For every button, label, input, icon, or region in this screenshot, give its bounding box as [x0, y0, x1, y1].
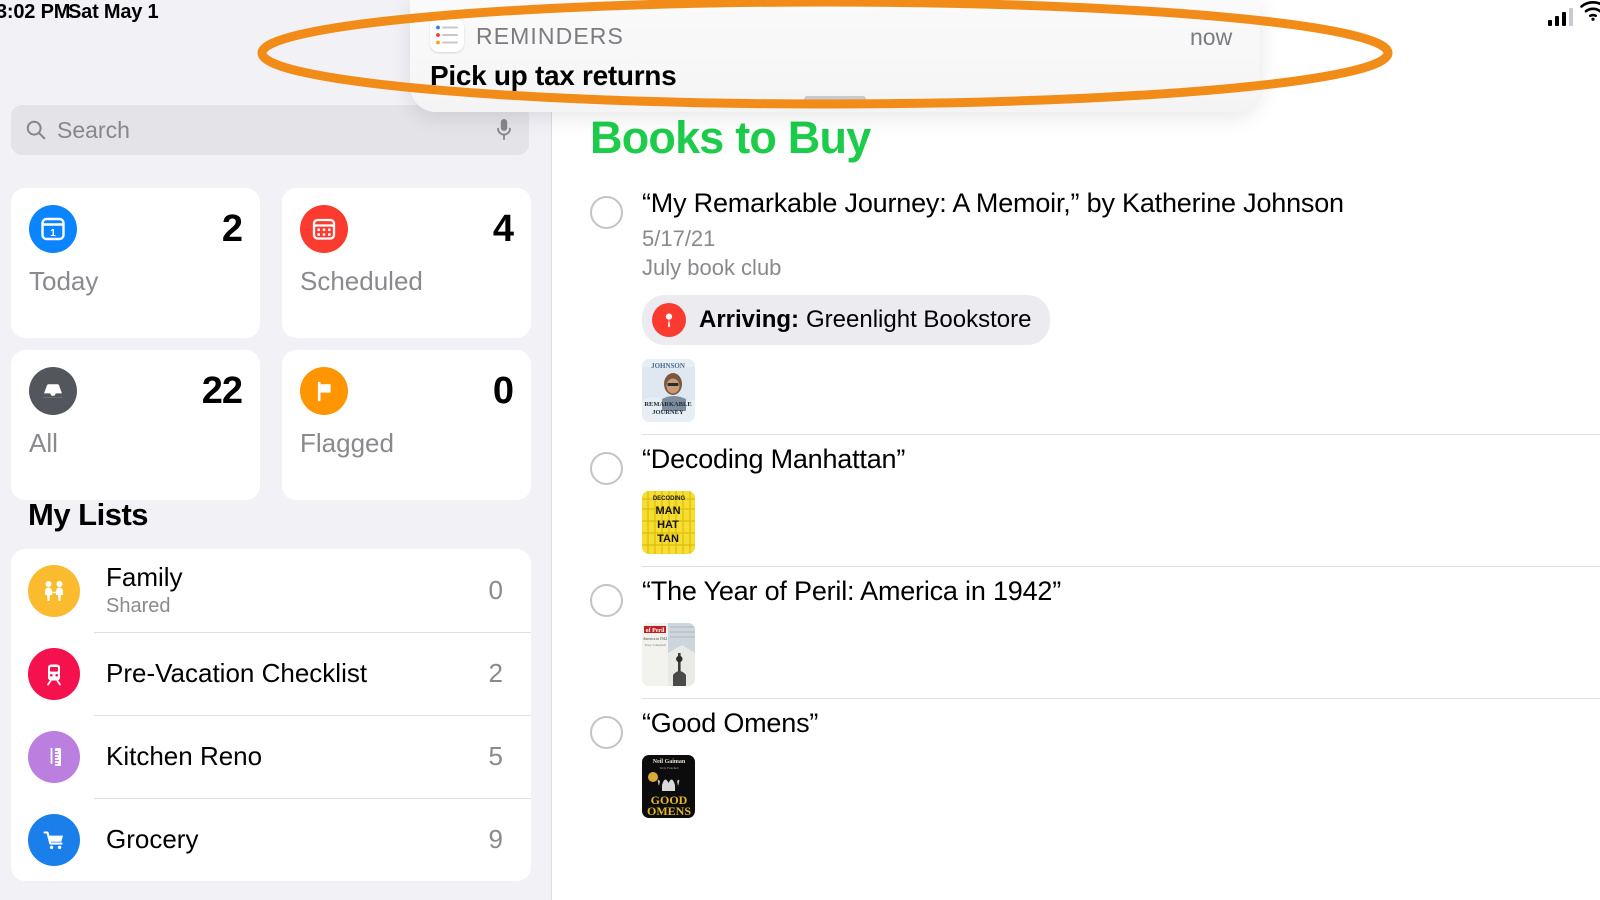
- sidebar-list-name: Pre-Vacation Checklist: [106, 657, 368, 688]
- sidebar-list-grocery[interactable]: Grocery 9: [11, 798, 531, 881]
- all-inbox-icon: [29, 367, 77, 415]
- reminders-app-icon: [430, 18, 464, 52]
- reminder-date: 5/17/21: [642, 226, 716, 252]
- my-lists-card: Family Shared 0 Pre-Vacation Checklist 2…: [11, 549, 531, 881]
- smart-lists-grid: 1 2 Today 4 Scheduled 22 All 0 Flagged: [11, 188, 531, 500]
- decoding-manhattan-book-cover[interactable]: DECODING MAN HAT TAN: [642, 491, 695, 555]
- svg-text:JOURNEY: JOURNEY: [652, 409, 684, 416]
- svg-text:MAN: MAN: [655, 505, 680, 517]
- svg-text:of Peril: of Peril: [646, 628, 665, 634]
- reminder-checkbox[interactable]: [590, 452, 623, 486]
- smart-list-today[interactable]: 1 2 Today: [11, 188, 260, 338]
- year-of-peril-book-cover[interactable]: of Peril America in 1942 Tracy Campbell: [642, 623, 695, 687]
- sidebar-list-subtitle: Shared: [106, 595, 171, 618]
- reminder-item[interactable]: “My Remarkable Journey: A Memoir,” by Ka…: [590, 178, 1600, 434]
- smart-list-flagged[interactable]: 0 Flagged: [282, 350, 531, 500]
- reminder-item[interactable]: “Decoding Manhattan” DECODING MAN HAT TA…: [590, 434, 1600, 566]
- smart-list-label: Today: [29, 266, 99, 296]
- svg-text:OMENS: OMENS: [647, 804, 691, 818]
- svg-text:REMARKABLE: REMARKABLE: [644, 401, 691, 408]
- sidebar: Search 1 2 Today 4 Scheduled 22 All 0 Fl…: [0, 0, 552, 900]
- smart-list-label: Flagged: [300, 428, 394, 458]
- smart-list-count: 0: [492, 369, 514, 412]
- reminder-location-label: Arriving:: [699, 306, 800, 334]
- sidebar-list-count: 9: [488, 824, 503, 854]
- reminder-note: July book club: [642, 255, 782, 281]
- svg-text:HAT: HAT: [657, 519, 679, 531]
- reminder-title: “The Year of Peril: America in 1942”: [642, 576, 1062, 607]
- sidebar-list-count: 2: [488, 658, 503, 688]
- notification-grabber[interactable]: [804, 96, 866, 102]
- reminder-checkbox[interactable]: [590, 716, 623, 750]
- svg-text:DECODING: DECODING: [653, 496, 686, 502]
- smart-list-label: All: [29, 428, 58, 458]
- smart-list-scheduled[interactable]: 4 Scheduled: [282, 188, 531, 338]
- sidebar-list-name: Family: [106, 561, 183, 592]
- reminder-checkbox[interactable]: [590, 584, 623, 618]
- family-people-icon: [28, 564, 80, 617]
- smart-list-count: 22: [201, 369, 243, 412]
- smart-list-count: 2: [221, 207, 243, 250]
- smart-list-count: 4: [492, 207, 514, 250]
- microphone-icon[interactable]: [493, 117, 515, 143]
- search-input[interactable]: Search: [11, 105, 529, 155]
- page-title: Books to Buy: [590, 112, 871, 163]
- reminder-title: “Decoding Manhattan”: [642, 444, 906, 475]
- sidebar-list-count: 0: [488, 575, 503, 605]
- reminders-list: “My Remarkable Journey: A Memoir,” by Ka…: [590, 178, 1600, 830]
- smart-list-label: Scheduled: [300, 266, 423, 296]
- svg-text:JOHNSON: JOHNSON: [651, 362, 685, 370]
- reminder-location-tag[interactable]: Arriving: Greenlight Bookstore: [642, 295, 1051, 346]
- today-calendar-icon: 1: [29, 205, 77, 253]
- reminder-item[interactable]: “The Year of Peril: America in 1942” of …: [590, 566, 1600, 698]
- shopping-cart-icon: [28, 813, 80, 866]
- sidebar-list-name: Kitchen Reno: [106, 740, 263, 771]
- search-placeholder: Search: [57, 116, 130, 143]
- good-omens-book-cover[interactable]: Neil Gaiman Terry Pratchett GOOD OMENS: [642, 755, 695, 819]
- reminder-title: “My Remarkable Journey: A Memoir,” by Ka…: [642, 188, 1344, 218]
- search-icon: [25, 119, 47, 141]
- reminder-list-pane: Books to Buy “My Remarkable Journey: A M…: [553, 0, 1600, 900]
- sidebar-list-family[interactable]: Family Shared 0: [11, 549, 531, 632]
- svg-text:America in 1942: America in 1942: [643, 637, 667, 641]
- my-remarkable-journey-book-cover[interactable]: JOHNSON REMARKABLE JOURNEY: [642, 359, 695, 423]
- svg-text:Neil Gaiman: Neil Gaiman: [653, 759, 686, 765]
- smart-list-all[interactable]: 22 All: [11, 350, 260, 500]
- map-pin-icon: [652, 303, 686, 338]
- svg-text:Tracy Campbell: Tracy Campbell: [644, 643, 666, 647]
- reminder-location-value: Greenlight Bookstore: [806, 306, 1032, 334]
- reminders-app-screen: Search 1 2 Today 4 Scheduled 22 All 0 Fl…: [0, 0, 1600, 900]
- reminder-title: “Good Omens”: [642, 708, 819, 739]
- svg-text:Terry Pratchett: Terry Pratchett: [660, 766, 679, 770]
- scheduled-calendar-icon: [300, 205, 348, 253]
- my-lists-header: My Lists: [28, 497, 149, 532]
- notification-banner[interactable]: REMINDERS now Pick up tax returns: [410, 0, 1260, 112]
- sidebar-list-pre-vacation-checklist[interactable]: Pre-Vacation Checklist 2: [11, 632, 531, 715]
- notification-title: Pick up tax returns: [430, 60, 677, 91]
- notification-app-name: REMINDERS: [476, 23, 624, 49]
- svg-text:TAN: TAN: [657, 533, 679, 545]
- reminder-item[interactable]: “Good Omens” Neil Gaiman Terry Pratchett: [590, 698, 1600, 830]
- reminder-checkbox[interactable]: [590, 196, 623, 229]
- tools-icon: [28, 730, 80, 783]
- sidebar-list-kitchen-reno[interactable]: Kitchen Reno 5: [11, 715, 531, 798]
- sidebar-list-count: 5: [488, 741, 503, 771]
- sidebar-list-name: Grocery: [106, 823, 199, 854]
- notification-timestamp: now: [1190, 24, 1233, 50]
- train-icon: [28, 647, 80, 700]
- svg-text:1: 1: [50, 228, 56, 239]
- flag-icon: [300, 367, 348, 415]
